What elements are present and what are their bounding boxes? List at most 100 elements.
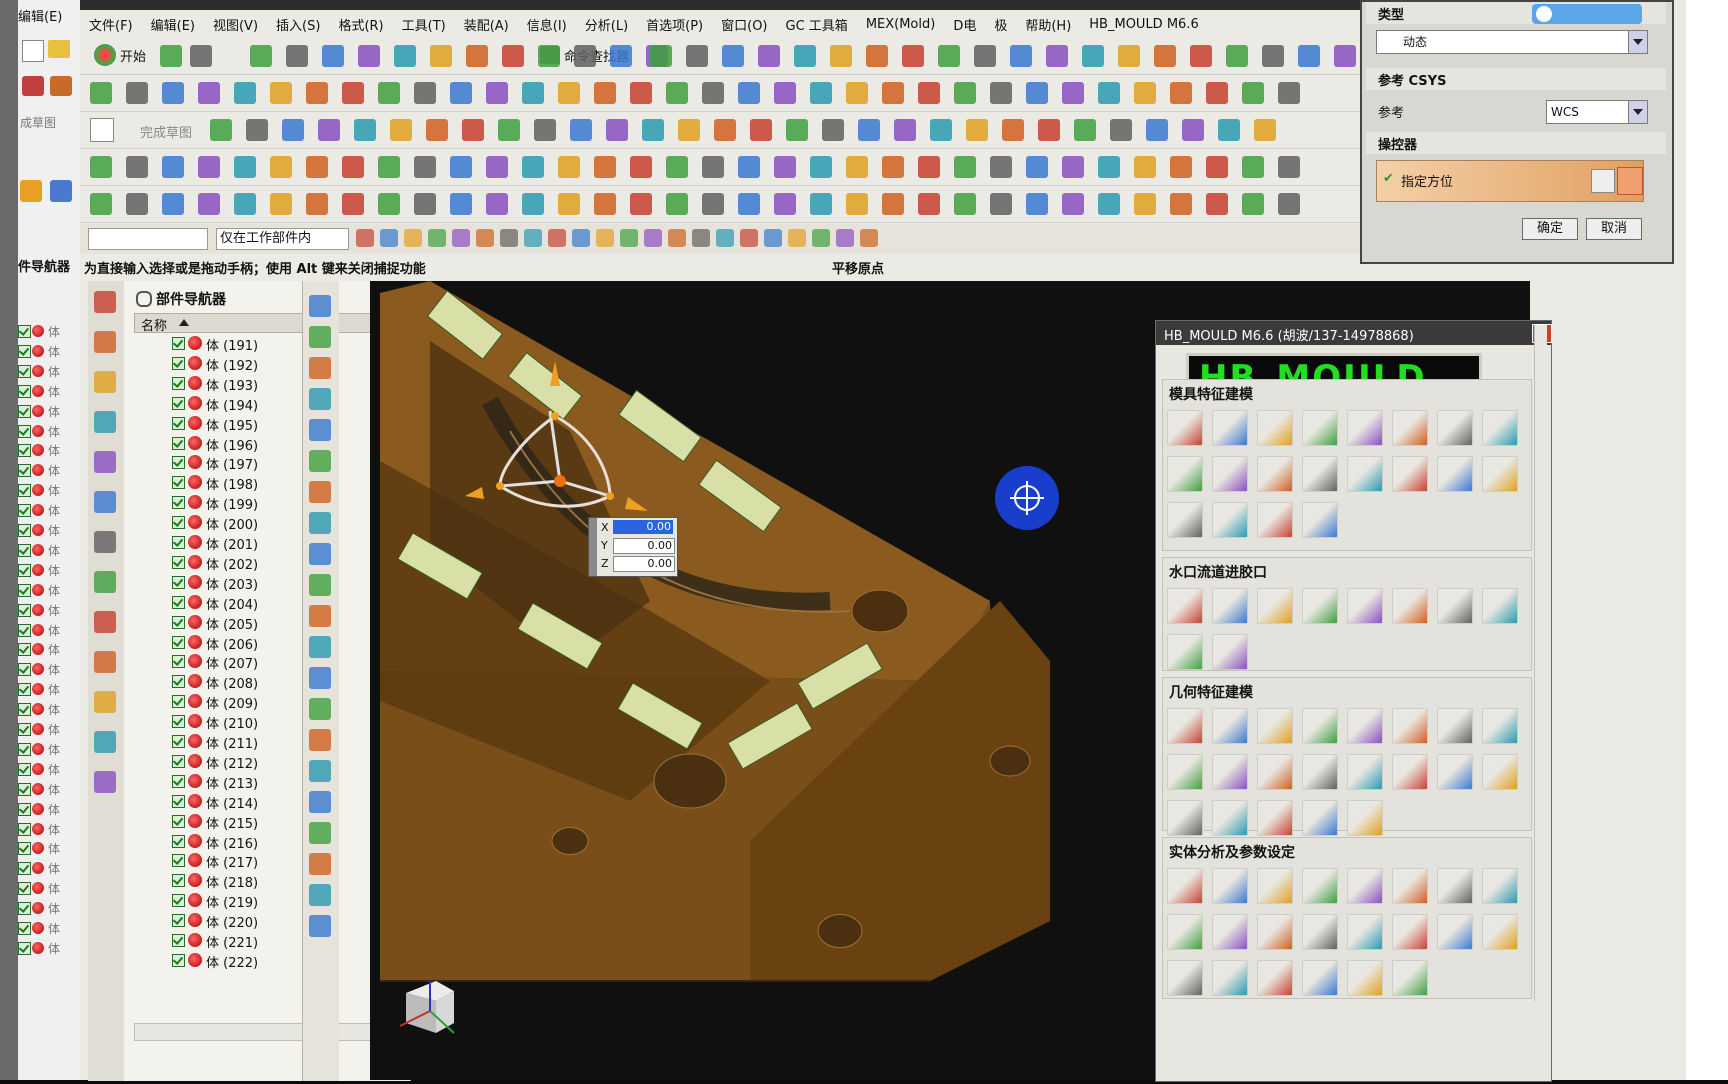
toolbar-icon[interactable] bbox=[414, 82, 436, 104]
start-icon[interactable] bbox=[94, 44, 116, 66]
hb-tool-icon[interactable] bbox=[1257, 502, 1293, 538]
snap-icon[interactable] bbox=[404, 229, 422, 247]
tree-row[interactable]: 体 (200) bbox=[172, 512, 382, 533]
toolbar-icon[interactable] bbox=[1074, 119, 1096, 141]
toolbar-icon[interactable] bbox=[450, 193, 472, 215]
snap-icon[interactable] bbox=[476, 229, 494, 247]
toolbar-icon[interactable] bbox=[198, 156, 220, 178]
toolbar-icon[interactable] bbox=[486, 82, 508, 104]
bg-menu-edit[interactable]: 编辑(E) bbox=[18, 6, 62, 25]
toolbar-icon[interactable] bbox=[882, 82, 904, 104]
tool-icon[interactable] bbox=[309, 853, 331, 875]
toolbar-icon[interactable] bbox=[306, 156, 328, 178]
menu-item[interactable]: 编辑(E) bbox=[142, 15, 204, 34]
hb-tool-icon[interactable] bbox=[1167, 868, 1203, 904]
hb-tool-icon[interactable] bbox=[1482, 456, 1518, 492]
hb-tool-icon[interactable] bbox=[1482, 410, 1518, 446]
tool-icon[interactable] bbox=[309, 388, 331, 410]
tool-icon[interactable] bbox=[22, 76, 44, 96]
toolbar-icon[interactable] bbox=[126, 82, 148, 104]
toolbar-icon[interactable] bbox=[606, 119, 628, 141]
tool-icon[interactable] bbox=[309, 884, 331, 906]
hb-tool-icon[interactable] bbox=[1437, 914, 1473, 950]
snap-icon[interactable] bbox=[644, 229, 662, 247]
hb-tool-icon[interactable] bbox=[1302, 960, 1338, 996]
tool-icon[interactable] bbox=[309, 667, 331, 689]
toolbar-icon[interactable] bbox=[1098, 193, 1120, 215]
toolbar-icon[interactable] bbox=[1134, 193, 1156, 215]
snap-icon[interactable] bbox=[716, 229, 734, 247]
toolbar-icon[interactable] bbox=[1206, 193, 1228, 215]
snap-icon[interactable] bbox=[740, 229, 758, 247]
y-input[interactable]: 0.00 bbox=[613, 538, 675, 554]
cancel-button[interactable]: 取消 bbox=[1586, 218, 1642, 240]
toolbar-icon[interactable] bbox=[1170, 82, 1192, 104]
toolbar-icon[interactable] bbox=[954, 156, 976, 178]
toolbar-icon[interactable] bbox=[1298, 45, 1320, 67]
toolbar-icon[interactable] bbox=[322, 45, 344, 67]
toolbar-icon[interactable] bbox=[1134, 156, 1156, 178]
tool-icon[interactable] bbox=[50, 76, 72, 96]
menu-item[interactable]: 插入(S) bbox=[267, 15, 329, 34]
tree-row[interactable]: 体 (201) bbox=[172, 532, 382, 553]
snap-icon[interactable] bbox=[692, 229, 710, 247]
selection-scope-select[interactable]: 仅在工作部件内 bbox=[216, 228, 349, 250]
toolbar-icon[interactable] bbox=[846, 82, 868, 104]
hb-tool-icon[interactable] bbox=[1482, 708, 1518, 744]
reference-select[interactable]: WCS bbox=[1546, 100, 1648, 124]
menu-item[interactable]: 装配(A) bbox=[455, 15, 518, 34]
tree-row[interactable]: 体 (199) bbox=[172, 492, 382, 513]
toolbar-icon[interactable] bbox=[714, 119, 736, 141]
menu-item[interactable]: HB_MOULD M6.6 bbox=[1080, 17, 1207, 32]
tree-row[interactable]: 体 (219) bbox=[172, 890, 382, 911]
visibility-checkbox[interactable] bbox=[172, 436, 185, 450]
visibility-checkbox[interactable] bbox=[172, 555, 185, 569]
tool-icon[interactable] bbox=[309, 512, 331, 534]
hb-tool-icon[interactable] bbox=[1212, 708, 1248, 744]
snap-icon[interactable] bbox=[788, 229, 806, 247]
tool-icon[interactable] bbox=[309, 295, 331, 317]
toolbar-icon[interactable] bbox=[450, 156, 472, 178]
hole[interactable] bbox=[851, 589, 909, 633]
hb-tool-icon[interactable] bbox=[1167, 754, 1203, 790]
tool-icon[interactable] bbox=[309, 605, 331, 627]
resource-tab-icon[interactable] bbox=[94, 371, 116, 393]
toolbar-icon[interactable] bbox=[486, 193, 508, 215]
hb-tool-icon[interactable] bbox=[1302, 456, 1338, 492]
resource-tab-icon[interactable] bbox=[94, 291, 116, 313]
visibility-checkbox[interactable] bbox=[172, 516, 185, 530]
toolbar-icon[interactable] bbox=[954, 82, 976, 104]
point-constructor-icon[interactable] bbox=[1591, 169, 1615, 193]
toolbar-icon[interactable] bbox=[162, 193, 184, 215]
toolbar-icon[interactable] bbox=[378, 193, 400, 215]
toolbar-icon[interactable] bbox=[250, 45, 272, 67]
part-icon[interactable] bbox=[20, 180, 42, 202]
toolbar-icon[interactable] bbox=[810, 82, 832, 104]
sketch-icon[interactable] bbox=[90, 118, 114, 142]
hole[interactable] bbox=[653, 753, 727, 809]
toolbar-icon[interactable] bbox=[1146, 119, 1168, 141]
toolbar-icon[interactable] bbox=[866, 45, 888, 67]
toolbar-icon[interactable] bbox=[974, 45, 996, 67]
toolbar-icon[interactable] bbox=[794, 45, 816, 67]
toolbar-icon[interactable] bbox=[702, 193, 724, 215]
toolbar-icon[interactable] bbox=[198, 193, 220, 215]
toolbar-icon[interactable] bbox=[234, 193, 256, 215]
toolbar-icon[interactable] bbox=[1206, 82, 1228, 104]
menu-item[interactable]: GC 工具箱 bbox=[777, 15, 857, 34]
menu-item[interactable]: 首选项(P) bbox=[637, 15, 712, 34]
hb-tool-icon[interactable] bbox=[1392, 410, 1428, 446]
visibility-checkbox[interactable] bbox=[172, 894, 185, 908]
z-input[interactable]: 0.00 bbox=[613, 556, 675, 572]
hb-tool-icon[interactable] bbox=[1212, 634, 1248, 670]
toolbar-icon[interactable] bbox=[594, 156, 616, 178]
toolbar-icon[interactable] bbox=[522, 156, 544, 178]
toolbar-icon[interactable] bbox=[570, 119, 592, 141]
toolbar-icon[interactable] bbox=[426, 119, 448, 141]
visibility-checkbox[interactable] bbox=[172, 396, 185, 410]
toolbar-icon[interactable] bbox=[1218, 119, 1240, 141]
toolbar-icon[interactable] bbox=[1262, 45, 1284, 67]
toolbar-icon[interactable] bbox=[162, 82, 184, 104]
hb-tool-icon[interactable] bbox=[1257, 754, 1293, 790]
visibility-checkbox[interactable] bbox=[172, 675, 185, 689]
